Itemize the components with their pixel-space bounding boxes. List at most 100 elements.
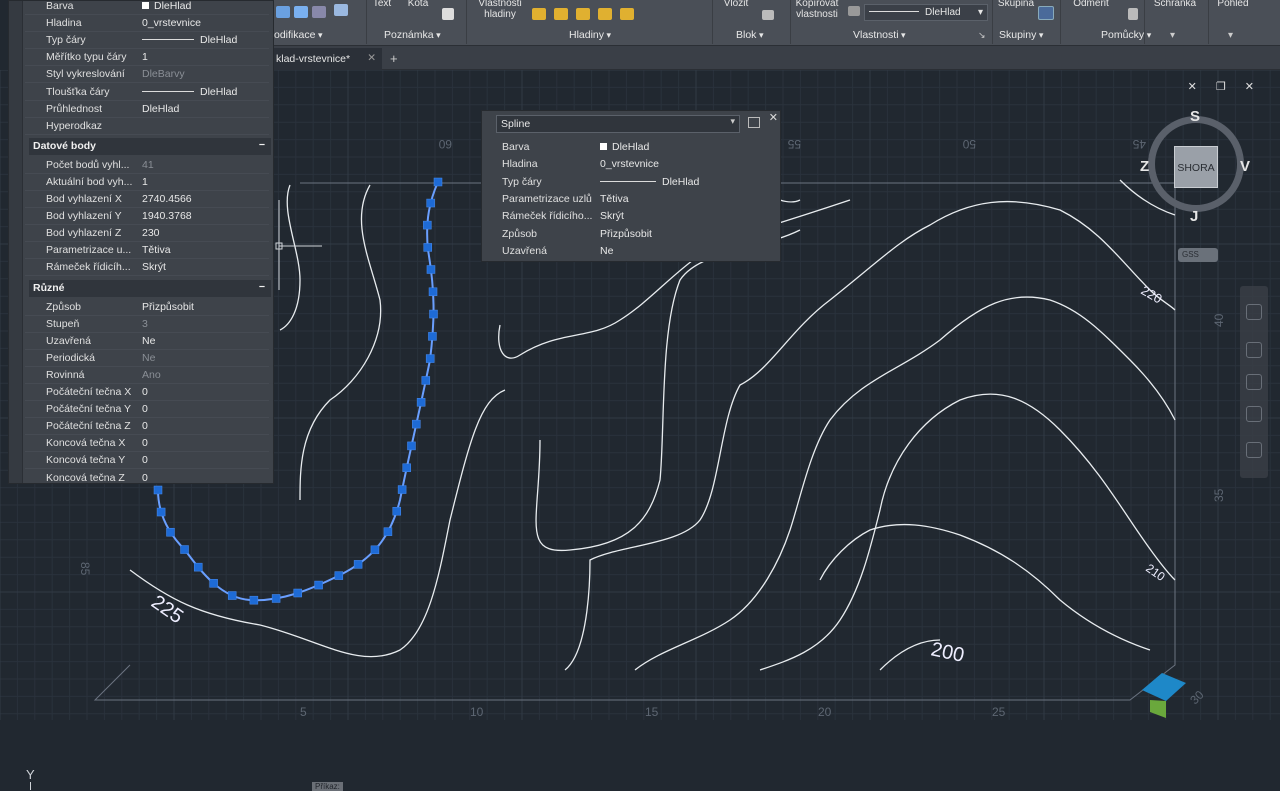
panel-groups[interactable]: Skupiny [999,29,1043,41]
property-value[interactable]: 3 [142,318,148,330]
layer-properties-button[interactable]: Vlastnosti hladiny [472,0,528,20]
grip-point[interactable] [423,243,433,252]
property-value[interactable]: 0 [142,454,148,466]
grip-point[interactable] [423,220,432,230]
property-value[interactable]: 0 [142,472,148,484]
property-value[interactable]: 0 [142,403,148,415]
steering-wheel-icon[interactable] [1246,304,1262,320]
lineweight-select[interactable]: DleHlad ▾ [864,4,988,21]
grip-point[interactable] [428,287,438,296]
grip-point[interactable] [402,463,411,472]
property-value[interactable]: Ano [142,369,161,381]
property-value[interactable]: 0 [142,437,148,449]
property-row[interactable]: Počáteční tečna Z 0 [25,418,269,436]
group-select-icon[interactable] [1038,6,1054,20]
grip-point[interactable] [193,562,203,572]
modify-icon[interactable] [276,6,290,18]
property-row[interactable]: Bod vyhlazení X 2740.4566 [25,191,269,208]
property-row[interactable]: Rovinná Ano [25,367,269,384]
property-row[interactable]: Hladina 0_vrstevnice [25,15,269,33]
grip-point[interactable] [209,579,218,588]
quick-property-value[interactable]: Přizpůsobit [600,228,652,240]
object-type-select[interactable]: Spline ▾ [496,115,740,133]
customize-icon[interactable] [748,117,760,128]
grip-point[interactable] [353,560,363,569]
property-value[interactable]: DleBarvy [142,68,185,80]
compass-south[interactable]: J [1190,208,1198,225]
property-value[interactable]: DleHlad [142,103,179,115]
zoom-icon[interactable] [1246,374,1262,390]
properties-icon[interactable] [848,6,860,16]
property-value[interactable]: Ne [142,352,155,364]
property-row[interactable]: Bod vyhlazení Z 230 [25,225,269,243]
quick-property-value[interactable]: Tětiva [600,193,629,205]
panel-block[interactable]: Blok [736,29,763,41]
quick-property-row[interactable]: Barva DleHlad [496,139,768,156]
property-row[interactable]: Počáteční tečna Y 0 [25,401,269,419]
property-value[interactable]: 0_vrstevnice [142,17,201,29]
showmotion-icon[interactable] [1246,442,1262,458]
property-row[interactable]: Hyperodkaz [25,118,269,135]
quick-property-row[interactable]: Typ čáry DleHlad [496,174,768,191]
view-button[interactable]: Pohled [1208,0,1258,9]
property-row[interactable]: Barva DleHlad [25,1,269,15]
property-row[interactable]: Uzavřená Ne [25,333,269,350]
property-row[interactable]: Parametrizace u... Tětiva [25,242,269,260]
property-row[interactable]: Koncová tečna X 0 [25,435,269,453]
viewport-window-controls[interactable]: ✕ ❐ ✕ [1188,80,1262,93]
property-value[interactable]: Ne [142,335,155,347]
quick-property-value[interactable]: Ne [600,245,613,257]
close-icon[interactable]: ✕ [769,111,778,124]
section-data-points[interactable]: Datové body − [29,137,271,155]
grip-point[interactable] [334,571,344,580]
grip-point[interactable] [421,376,431,385]
dimension-button[interactable]: Kóta [406,0,430,9]
grip-point[interactable] [153,485,163,495]
property-value[interactable]: DleHlad [142,1,191,12]
layer-icon[interactable] [532,8,546,20]
viewcube-face-top[interactable]: SHORA [1174,146,1218,188]
grip-point[interactable] [293,588,302,598]
layer-icon[interactable] [576,8,590,20]
grip-point[interactable] [370,545,380,555]
calculator-icon[interactable] [1128,8,1138,20]
document-tab[interactable]: klad-vrstevnice* ✕ [270,48,382,70]
property-row[interactable]: Počet bodů vyhl... 41 [25,157,269,174]
chevron-down-icon[interactable]: ▾ [1170,30,1175,41]
property-row[interactable]: Bod vyhlazení Y 1940.3768 [25,208,269,226]
quick-property-row[interactable]: Hladina 0_vrstevnice [496,156,768,173]
property-value[interactable]: DleHlad [142,86,237,98]
quick-property-row[interactable]: Způsob Přizpůsobit [496,226,768,243]
property-row[interactable]: Stupeň 3 [25,316,269,333]
text-button[interactable]: Text [370,0,394,9]
property-value[interactable]: 41 [142,159,154,171]
property-value[interactable]: 0 [142,420,148,432]
grip-point[interactable] [383,527,393,536]
layer-icon[interactable] [554,8,568,20]
palette-title-strip[interactable] [9,1,23,483]
collapse-icon[interactable]: − [259,139,265,151]
measure-icon[interactable] [334,4,348,16]
quick-property-value[interactable]: DleHlad [600,141,649,153]
quick-property-value[interactable]: Skrýt [600,210,624,222]
grip-point[interactable] [156,507,166,517]
clipboard-button[interactable]: Schránka [1150,0,1200,9]
compass-west[interactable]: Z [1140,158,1149,175]
quick-property-value[interactable]: DleHlad [600,176,699,188]
property-value[interactable]: 0 [142,386,148,398]
array-icon[interactable] [294,6,308,18]
property-row[interactable]: Aktuální bod vyh... 1 [25,174,269,191]
dialog-launcher-icon[interactable]: ↘ [978,30,986,41]
grip-point[interactable] [416,398,426,407]
collapse-icon[interactable]: − [259,281,265,293]
panel-properties[interactable]: Vlastnosti [853,29,906,41]
close-icon[interactable]: ✕ [367,52,376,64]
layer-icon[interactable] [620,8,634,20]
grip-point[interactable] [180,545,189,554]
compass-north[interactable]: S [1190,108,1200,125]
property-row[interactable]: Rámeček řídicíh... Skrýt [25,259,269,277]
block-edit-icon[interactable] [762,10,774,20]
property-row[interactable]: Způsob Přizpůsobit [25,299,269,316]
grip-point[interactable] [429,309,438,319]
grip-point[interactable] [412,419,421,429]
